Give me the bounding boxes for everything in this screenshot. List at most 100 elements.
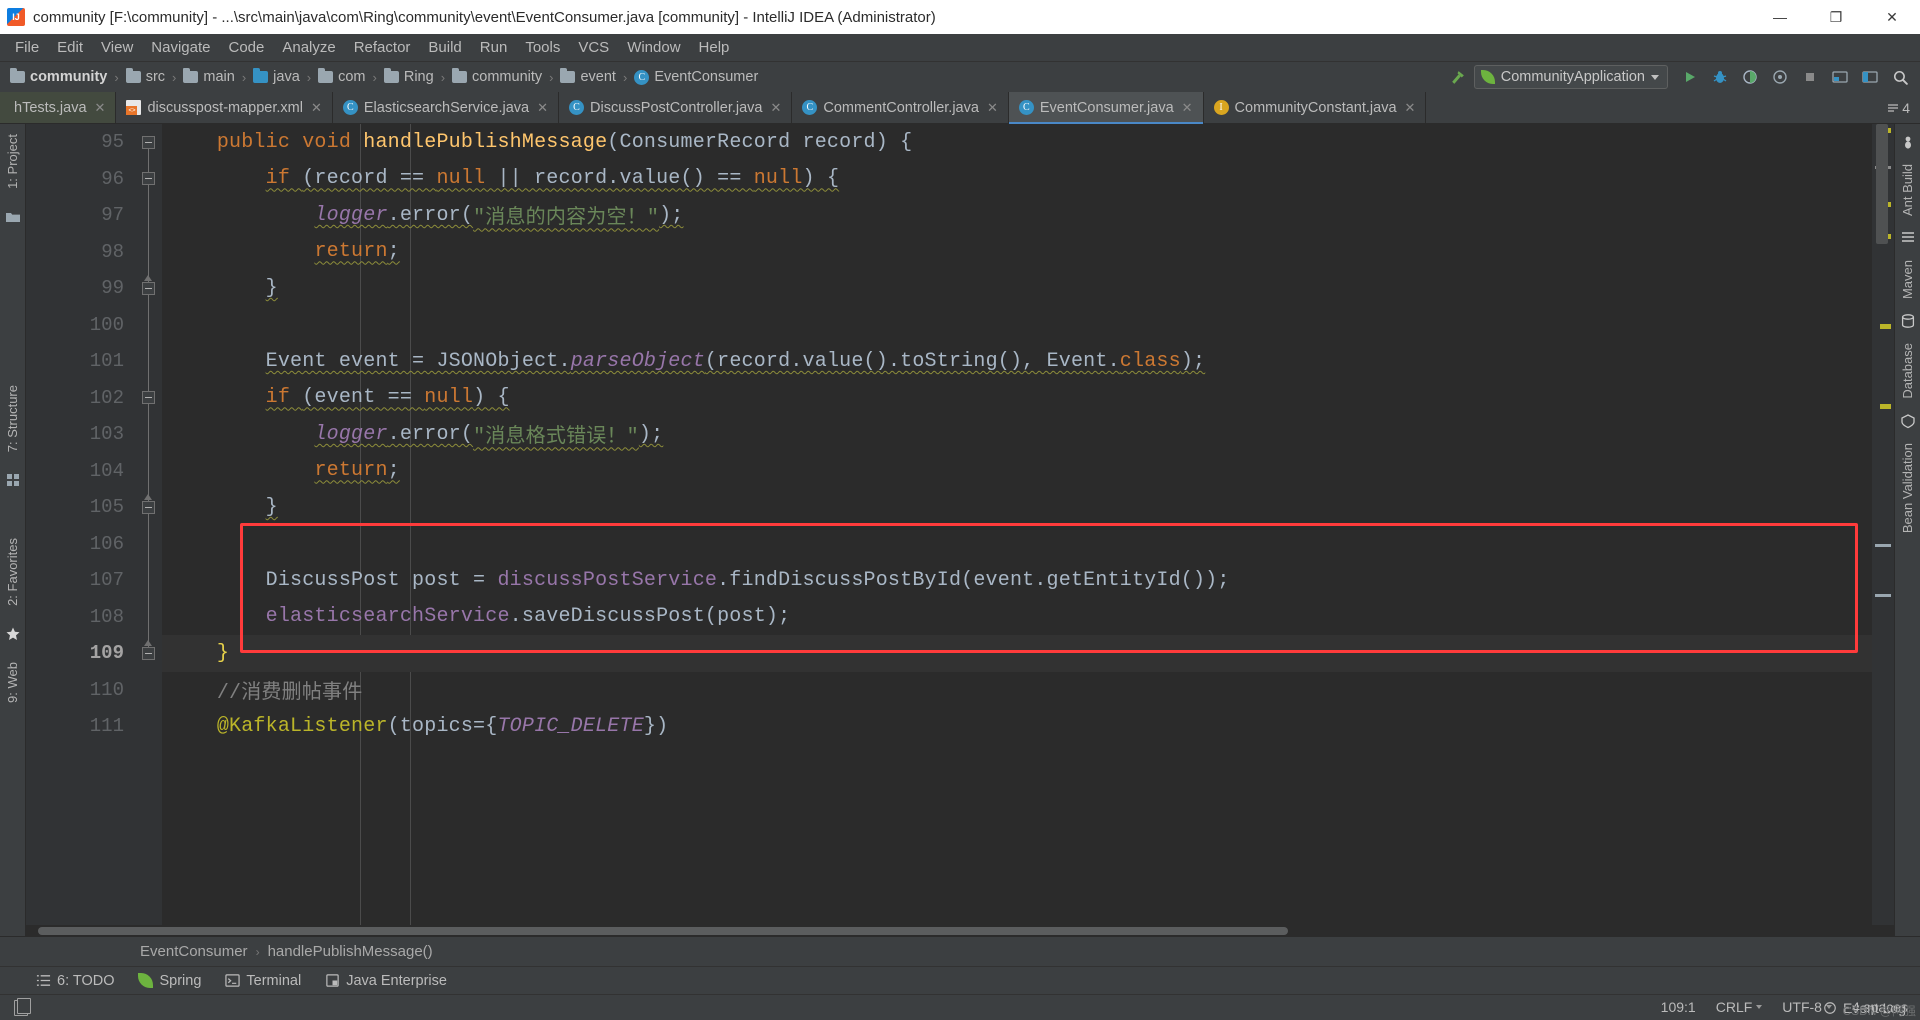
sidebar-item-project[interactable]: 1: Project — [3, 128, 22, 195]
run-configuration-selector[interactable]: CommunityApplication — [1473, 65, 1668, 89]
tool-window-terminal[interactable]: Terminal — [225, 973, 301, 989]
menu-help[interactable]: Help — [690, 36, 739, 59]
code-line[interactable]: logger .error("消息的内容为空！"); — [162, 197, 1872, 234]
search-everywhere-button[interactable] — [1886, 64, 1914, 90]
ant-build-icon[interactable] — [1900, 134, 1916, 150]
code-line[interactable]: Event event = JSONObject. parseObject (rec… — [162, 343, 1872, 380]
editor-gutter[interactable]: 95 96 97 98 99 100 101 102 103 104 105 106 107 108 109… — [26, 124, 134, 936]
warning-marker[interactable] — [1880, 404, 1891, 409]
close-icon[interactable]: ✕ — [1182, 100, 1193, 116]
profiler-button[interactable] — [1766, 64, 1794, 90]
sidebar-item-web[interactable]: 9: Web — [3, 656, 22, 709]
code-line[interactable] — [162, 526, 1872, 563]
tool-window-todo[interactable]: 6: TODO — [36, 973, 114, 989]
sidebar-item-maven[interactable]: Maven — [1898, 254, 1917, 305]
breadcrumb-com[interactable]: com — [316, 62, 367, 92]
build-hammer-icon[interactable] — [1444, 64, 1472, 90]
code-line[interactable]: DiscussPost post = discussPostService .fi… — [162, 562, 1872, 599]
close-icon[interactable]: ✕ — [95, 100, 106, 116]
breadcrumb-method[interactable]: handlePublishMessage() — [268, 943, 433, 960]
code-line[interactable]: elasticsearchService .saveDiscussPost(pos… — [162, 599, 1872, 636]
menu-edit[interactable]: Edit — [48, 36, 92, 59]
tab-discusspost-mapper-xml[interactable]: discusspost-mapper.xml ✕ — [116, 92, 333, 123]
menu-refactor[interactable]: Refactor — [345, 36, 420, 59]
tool-window-java-enterprise[interactable]: Java Enterprise — [325, 973, 447, 989]
code-line[interactable]: //消费删帖事件 — [162, 672, 1872, 709]
tab-hTests-java[interactable]: hTests.java ✕ — [0, 92, 117, 123]
menu-navigate[interactable]: Navigate — [142, 36, 219, 59]
code-line[interactable]: if (event == null) { — [162, 380, 1872, 417]
tab-CommunityConstant-java[interactable]: I CommunityConstant.java ✕ — [1203, 92, 1427, 123]
sidebar-item-favorites[interactable]: 2: Favorites — [3, 532, 22, 612]
warning-marker[interactable] — [1880, 324, 1891, 329]
maximize-button[interactable]: ❐ — [1808, 0, 1864, 34]
fold-collapse-icon[interactable] — [141, 391, 155, 405]
close-button[interactable]: ✕ — [1864, 0, 1920, 34]
code-line[interactable]: logger .error("消息格式错误！"); — [162, 416, 1872, 453]
menu-view[interactable]: View — [92, 36, 142, 59]
breadcrumb-community-root[interactable]: community — [8, 62, 109, 92]
change-marker[interactable] — [1875, 544, 1891, 547]
tab-list-button[interactable]: 4 — [1887, 100, 1910, 116]
update-application-button[interactable] — [1826, 64, 1854, 90]
code-line[interactable]: public void handlePublishMessage (Consume… — [162, 124, 1872, 161]
code-line[interactable]: if (record == null || record.value() == … — [162, 161, 1872, 198]
breadcrumb-ring[interactable]: Ring — [382, 62, 436, 92]
fold-collapse-icon[interactable] — [141, 172, 155, 186]
editor-markup-scrollbar[interactable] — [1872, 124, 1894, 936]
menu-vcs[interactable]: VCS — [569, 36, 618, 59]
fold-expand-icon[interactable] — [141, 274, 155, 295]
close-icon[interactable]: ✕ — [987, 100, 998, 116]
sidebar-item-bean-validation[interactable]: Bean Validation — [1898, 437, 1917, 539]
encoding-selector[interactable]: UTF-8 — [1782, 999, 1832, 1015]
menu-tools[interactable]: Tools — [516, 36, 569, 59]
tab-ElasticsearchService-java[interactable]: C ElasticsearchService.java ✕ — [332, 92, 560, 123]
tab-EventConsumer-java[interactable]: C EventConsumer.java ✕ — [1008, 92, 1204, 124]
bean-validation-icon[interactable] — [1900, 413, 1916, 429]
fold-marker-slot[interactable] — [134, 635, 162, 672]
project-structure-button[interactable] — [1856, 64, 1884, 90]
breadcrumb-eventconsumer[interactable]: C EventConsumer — [632, 62, 760, 92]
maven-icon[interactable] — [1900, 230, 1916, 246]
code-line[interactable]: return; — [162, 453, 1872, 490]
code-editor[interactable]: 95 96 97 98 99 100 101 102 103 104 105 106 107 108 109… — [26, 124, 1894, 936]
code-line[interactable]: } — [162, 489, 1872, 526]
minimize-button[interactable]: — — [1752, 0, 1808, 34]
tool-window-spring[interactable]: Spring — [138, 973, 201, 989]
menu-analyze[interactable]: Analyze — [273, 36, 344, 59]
change-marker[interactable] — [1875, 594, 1891, 597]
breadcrumb-src[interactable]: src — [124, 62, 167, 92]
debug-button[interactable] — [1706, 64, 1734, 90]
breadcrumb-java[interactable]: java — [251, 62, 302, 92]
star-icon[interactable] — [5, 626, 21, 642]
fold-collapse-icon[interactable] — [141, 135, 155, 149]
vertical-scrollbar-thumb[interactable] — [1876, 124, 1888, 244]
horizontal-scrollbar[interactable] — [26, 925, 1894, 936]
breadcrumb-main[interactable]: main — [181, 62, 236, 92]
tab-DiscussPostController-java[interactable]: C DiscussPostController.java ✕ — [559, 92, 793, 123]
menu-code[interactable]: Code — [219, 36, 273, 59]
fold-expand-icon[interactable] — [141, 493, 155, 514]
code-line[interactable]: return; — [162, 234, 1872, 271]
breadcrumb-community-pkg[interactable]: community — [450, 62, 544, 92]
code-line[interactable]: @KafkaListener (topics={TOPIC_DELETE}) — [162, 708, 1872, 745]
code-line[interactable]: } — [162, 635, 1872, 672]
code-line[interactable] — [162, 307, 1872, 344]
run-with-coverage-button[interactable] — [1736, 64, 1764, 90]
menu-window[interactable]: Window — [618, 36, 689, 59]
close-icon[interactable]: ✕ — [537, 100, 548, 116]
caret-position[interactable]: 109:1 — [1661, 999, 1696, 1015]
grid-icon[interactable] — [5, 472, 21, 488]
menu-run[interactable]: Run — [471, 36, 517, 59]
editor-fold-column[interactable] — [134, 124, 162, 936]
fold-expand-icon[interactable] — [141, 639, 155, 660]
breadcrumb-event[interactable]: event — [558, 62, 617, 92]
tab-CommentController-java[interactable]: C CommentController.java ✕ — [792, 92, 1009, 123]
folder-icon[interactable] — [5, 209, 21, 225]
breadcrumb-class[interactable]: EventConsumer — [140, 943, 248, 960]
database-icon[interactable] — [1900, 313, 1916, 329]
line-separator-selector[interactable]: CRLF — [1716, 999, 1763, 1015]
code-line[interactable]: } — [162, 270, 1872, 307]
editor-code-area[interactable]: public void handlePublishMessage (Consume… — [162, 124, 1872, 936]
close-icon[interactable]: ✕ — [1405, 100, 1416, 116]
